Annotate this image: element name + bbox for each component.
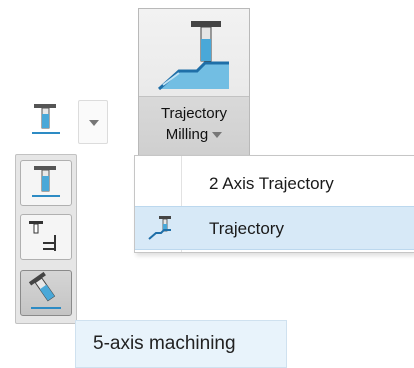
plunge-tool-icon <box>29 221 56 251</box>
trajectory-icon <box>148 216 171 240</box>
trajectory-milling-label: Trajectory Milling <box>139 96 249 157</box>
tool-option-five-axis[interactable] <box>20 270 72 316</box>
tooltip-text: 5-axis machining <box>93 333 236 354</box>
menu-item-label: Trajectory <box>209 219 284 238</box>
chevron-down-icon <box>212 132 223 139</box>
tool-split-main-button[interactable] <box>18 100 74 144</box>
ribbon-label-line1: Trajectory <box>160 105 228 122</box>
tool-option-end-mill[interactable] <box>20 160 72 206</box>
tooltip: 5-axis machining <box>75 320 287 368</box>
trajectory-milling-button[interactable]: Trajectory Milling <box>138 8 250 158</box>
menu-item-2-axis-trajectory[interactable]: 2 Axis Trajectory <box>135 162 414 206</box>
ribbon-label-line2: Milling <box>165 126 209 143</box>
tool-option-plunge[interactable] <box>20 214 72 260</box>
trajectory-milling-icon <box>149 15 241 97</box>
end-mill-icon <box>32 166 60 197</box>
tool-dropdown-arrow-button[interactable] <box>78 100 108 144</box>
tool-options-panel <box>15 154 77 324</box>
trajectory-milling-menu: 2 Axis Trajectory Trajectory <box>134 155 414 253</box>
menu-item-trajectory[interactable]: Trajectory <box>135 206 414 250</box>
five-axis-tool-icon <box>28 271 61 309</box>
menu-item-label: 2 Axis Trajectory <box>209 174 334 193</box>
end-mill-icon <box>32 104 60 134</box>
chevron-down-icon <box>89 120 99 126</box>
